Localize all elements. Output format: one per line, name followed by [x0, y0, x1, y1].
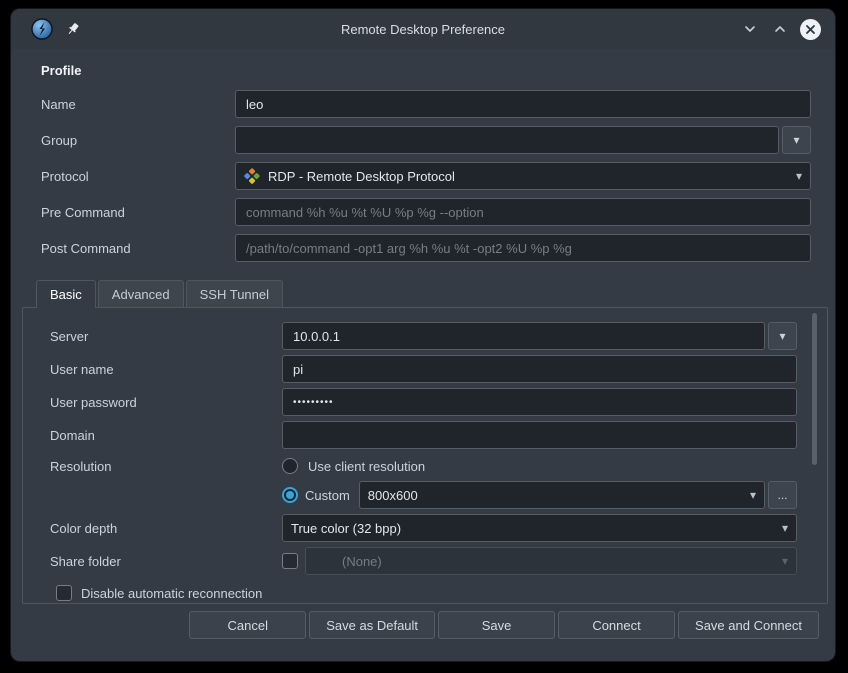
pin-icon[interactable] — [65, 21, 81, 37]
disable-reconnect-row: Disable automatic reconnection — [56, 585, 797, 601]
server-dropdown-button[interactable]: ▾ — [768, 322, 797, 350]
protocol-label: Protocol — [41, 169, 235, 184]
titlebar: Remote Desktop Preference — [11, 9, 835, 49]
window-controls — [740, 19, 821, 40]
custom-resolution-label: Custom — [305, 488, 350, 503]
maximize-chevron-up-icon[interactable] — [770, 19, 790, 39]
domain-row: Domain — [50, 421, 797, 449]
minimize-chevron-down-icon[interactable] — [740, 19, 760, 39]
protocol-select[interactable]: RDP - Remote Desktop Protocol ▾ — [235, 162, 811, 190]
share-folder-value: (None) — [314, 554, 382, 569]
disable-reconnect-label: Disable automatic reconnection — [81, 586, 262, 601]
remote-desktop-preference-dialog: Remote Desktop Preference Profile Name G… — [10, 8, 836, 662]
resolution-row-client: Resolution Use client resolution — [50, 454, 797, 478]
chevron-down-icon: ▾ — [750, 489, 756, 501]
username-row: User name — [50, 355, 797, 383]
username-input[interactable] — [282, 355, 797, 383]
post-command-input[interactable] — [235, 234, 811, 262]
pre-command-row: Pre Command — [41, 198, 811, 226]
password-input[interactable] — [282, 388, 797, 416]
group-input[interactable] — [235, 126, 779, 154]
remmina-app-icon — [31, 18, 53, 40]
chevron-down-icon: ▾ — [793, 133, 799, 147]
resolution-more-button[interactable]: ... — [768, 481, 797, 509]
chevron-down-icon: ▾ — [782, 522, 788, 534]
server-input[interactable] — [282, 322, 765, 350]
pre-command-label: Pre Command — [41, 205, 235, 220]
resolution-label: Resolution — [50, 459, 282, 474]
name-input[interactable] — [235, 90, 811, 118]
group-dropdown-button[interactable]: ▾ — [782, 126, 811, 154]
password-row: User password — [50, 388, 797, 416]
share-folder-row: Share folder (None) ▾ — [50, 547, 797, 575]
share-folder-label: Share folder — [50, 554, 282, 569]
rdp-protocol-icon — [244, 168, 260, 184]
cancel-button[interactable]: Cancel — [189, 611, 306, 639]
domain-input[interactable] — [282, 421, 797, 449]
domain-label: Domain — [50, 428, 282, 443]
name-row: Name — [41, 90, 811, 118]
group-label: Group — [41, 133, 235, 148]
tab-basic[interactable]: Basic — [36, 280, 96, 308]
dialog-button-row: Cancel Save as Default Save Connect Save… — [41, 611, 819, 639]
window-title: Remote Desktop Preference — [11, 22, 835, 37]
resolution-row-custom: Custom 800x600 ▾ ... — [50, 481, 797, 509]
server-label: Server — [50, 329, 282, 344]
use-client-resolution-radio[interactable] — [282, 458, 298, 474]
disable-reconnect-checkbox[interactable] — [56, 585, 72, 601]
basic-tab-panel: Server ▾ User name User password — [22, 307, 828, 604]
color-depth-label: Color depth — [50, 521, 282, 536]
tab-bar: Basic Advanced SSH Tunnel — [36, 280, 828, 307]
save-as-default-button[interactable]: Save as Default — [309, 611, 435, 639]
settings-notebook: Basic Advanced SSH Tunnel Server ▾ User … — [22, 280, 828, 604]
post-command-row: Post Command — [41, 234, 811, 262]
post-command-label: Post Command — [41, 241, 235, 256]
custom-resolution-value: 800x600 — [368, 488, 418, 503]
protocol-row: Protocol RDP - Remote Desktop Protocol ▾ — [41, 162, 811, 190]
custom-resolution-radio[interactable] — [282, 487, 298, 503]
server-row: Server ▾ — [50, 322, 797, 350]
protocol-value: RDP - Remote Desktop Protocol — [268, 169, 455, 184]
group-row: Group ▾ — [41, 126, 811, 154]
close-button[interactable] — [800, 19, 821, 40]
custom-resolution-select[interactable]: 800x600 ▾ — [359, 481, 765, 509]
tab-advanced[interactable]: Advanced — [98, 280, 184, 307]
chevron-down-icon: ▾ — [782, 555, 788, 567]
color-depth-select[interactable]: True color (32 bpp) ▾ — [282, 514, 797, 542]
use-client-resolution-label: Use client resolution — [308, 459, 425, 474]
vertical-scrollbar[interactable] — [812, 313, 817, 465]
dialog-content: Profile Name Group ▾ Protocol — [11, 49, 835, 639]
color-depth-value: True color (32 bpp) — [291, 521, 401, 536]
name-label: Name — [41, 97, 235, 112]
share-folder-checkbox[interactable] — [282, 553, 298, 569]
save-button[interactable]: Save — [438, 611, 555, 639]
password-label: User password — [50, 395, 282, 410]
color-depth-row: Color depth True color (32 bpp) ▾ — [50, 514, 797, 542]
tab-ssh-tunnel[interactable]: SSH Tunnel — [186, 280, 283, 307]
connect-button[interactable]: Connect — [558, 611, 675, 639]
profile-section-heading: Profile — [41, 63, 811, 78]
share-folder-select: (None) ▾ — [305, 547, 797, 575]
pre-command-input[interactable] — [235, 198, 811, 226]
username-label: User name — [50, 362, 282, 377]
chevron-down-icon: ▾ — [779, 329, 785, 343]
save-and-connect-button[interactable]: Save and Connect — [678, 611, 819, 639]
chevron-down-icon: ▾ — [796, 170, 802, 182]
